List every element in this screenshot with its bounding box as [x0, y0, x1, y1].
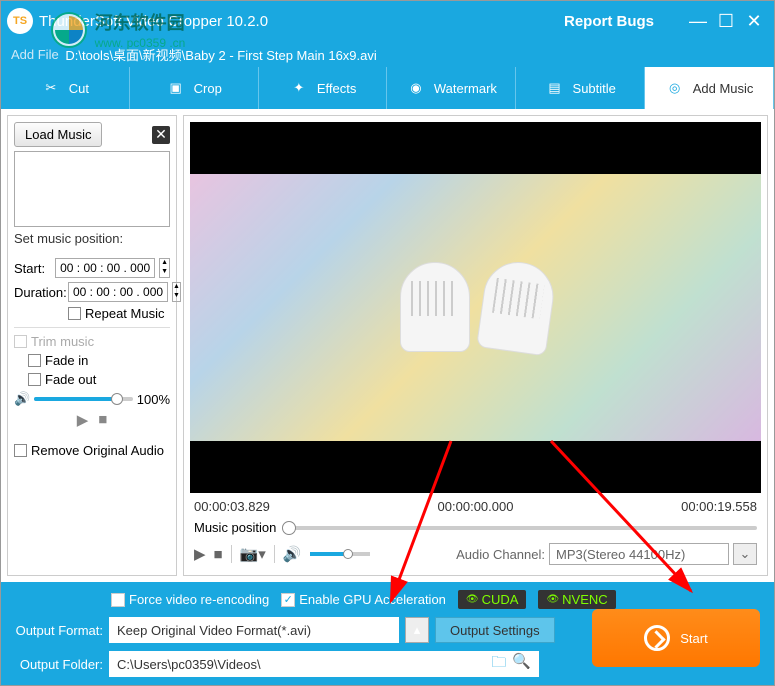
remove-audio-checkbox[interactable]	[14, 444, 27, 457]
nvenc-badge: 👁 NVENC	[538, 590, 615, 609]
output-folder-label: Output Folder:	[11, 657, 103, 672]
tab-bar: ✂Cut ▣Crop ✦Effects ◉Watermark ▤Subtitle…	[1, 67, 774, 109]
minimize-button[interactable]: —	[684, 11, 712, 32]
preview-volume-slider[interactable]	[310, 552, 370, 556]
duration-spinner[interactable]: ▲▼	[172, 282, 181, 302]
subtitle-icon: ▤	[545, 78, 565, 98]
titlebar: TS ThunderSoft Video Cropper 10.2.0 Repo…	[1, 1, 774, 41]
audio-channel-label: Audio Channel:	[456, 547, 545, 562]
start-button[interactable]: Start	[592, 609, 760, 667]
trim-label: Trim music	[31, 334, 94, 349]
crop-icon: ▣	[166, 78, 186, 98]
remove-audio-label: Remove Original Audio	[31, 443, 164, 458]
output-settings-button[interactable]: Output Settings	[435, 617, 555, 643]
volume-value: 100%	[137, 392, 170, 407]
tab-cut[interactable]: ✂Cut	[1, 67, 130, 109]
force-reencode-checkbox[interactable]	[111, 593, 125, 607]
volume-slider[interactable]	[34, 397, 133, 401]
fadein-label: Fade in	[45, 353, 88, 368]
output-format-label: Output Format:	[11, 623, 103, 638]
time-total: 00:00:19.558	[681, 499, 757, 514]
browse-folder-icon[interactable]: 🗀	[491, 652, 506, 677]
volume-icon: 🔊	[14, 391, 30, 407]
app-logo: TS	[7, 8, 33, 34]
output-folder-field[interactable]: C:\Users\pc0359\Videos\ 🗀 🔍	[109, 651, 539, 677]
tab-watermark[interactable]: ◉Watermark	[387, 67, 516, 109]
tab-effects[interactable]: ✦Effects	[259, 67, 388, 109]
trim-checkbox[interactable]	[14, 335, 27, 348]
duration-input[interactable]	[68, 282, 168, 302]
time-current: 00:00:00.000	[438, 499, 514, 514]
duration-label: Duration:	[14, 285, 64, 300]
fadein-checkbox[interactable]	[28, 354, 41, 367]
repeat-checkbox[interactable]	[68, 307, 81, 320]
preview-panel: 00:00:03.829 00:00:00.000 00:00:19.558 M…	[183, 115, 768, 576]
force-reencode-label: Force video re-encoding	[129, 592, 269, 607]
gpu-accel-checkbox[interactable]: ✓	[281, 593, 295, 607]
time-elapsed: 00:00:03.829	[194, 499, 270, 514]
audio-channel-dropdown[interactable]: ⌄	[733, 543, 757, 565]
stop-button[interactable]: ■	[214, 546, 223, 563]
video-preview[interactable]	[190, 122, 761, 493]
load-music-button[interactable]: Load Music	[14, 122, 102, 147]
music-position-slider[interactable]	[282, 526, 757, 530]
drop-icon: ◉	[406, 78, 426, 98]
file-path-bar: Add File D:\tools\桌面\新视频\Baby 2 - First …	[1, 41, 774, 67]
preview-volume-icon: 🔊	[283, 545, 302, 563]
tab-subtitle[interactable]: ▤Subtitle	[516, 67, 645, 109]
open-folder-icon[interactable]: 🔍	[512, 652, 531, 677]
fadeout-checkbox[interactable]	[28, 373, 41, 386]
output-format-dropdown[interactable]: ▴	[405, 617, 429, 643]
music-side-panel: Load Music ✕ Set music position: Start: …	[7, 115, 177, 576]
music-icon: ◎	[665, 78, 685, 98]
output-format-field[interactable]: Keep Original Video Format(*.avi)	[109, 617, 399, 643]
tab-add-music[interactable]: ◎Add Music	[645, 67, 774, 109]
audio-channel-select[interactable]: MP3(Stereo 44100Hz)	[549, 543, 729, 565]
set-position-label: Set music position:	[14, 231, 170, 246]
fadeout-label: Fade out	[45, 372, 96, 387]
start-label: Start:	[14, 261, 51, 276]
app-title: ThunderSoft Video Cropper 10.2.0	[39, 13, 268, 30]
play-button[interactable]: ▶	[194, 545, 206, 563]
tab-crop[interactable]: ▣Crop	[130, 67, 259, 109]
time-row: 00:00:03.829 00:00:00.000 00:00:19.558	[190, 497, 761, 516]
snapshot-button[interactable]: 📷▾	[240, 545, 266, 563]
music-position-label: Music position	[194, 520, 276, 535]
start-time-input[interactable]	[55, 258, 155, 278]
sparkle-icon: ✦	[289, 78, 309, 98]
repeat-label: Repeat Music	[85, 306, 164, 321]
side-play-button[interactable]: ▶	[77, 411, 89, 429]
start-icon	[644, 625, 670, 651]
gpu-accel-label: Enable GPU Acceleration	[299, 592, 446, 607]
scissors-icon: ✂	[41, 78, 61, 98]
start-spinner[interactable]: ▲▼	[159, 258, 170, 278]
preview-content	[386, 252, 566, 362]
report-bugs-link[interactable]: Report Bugs	[564, 13, 654, 30]
music-list[interactable]	[14, 151, 170, 227]
clear-music-button[interactable]: ✕	[152, 126, 170, 144]
maximize-button[interactable]: ☐	[712, 11, 740, 32]
cuda-badge: 👁 CUDA	[458, 590, 527, 609]
side-stop-button[interactable]: ■	[98, 411, 107, 429]
close-button[interactable]: ✕	[740, 11, 768, 32]
